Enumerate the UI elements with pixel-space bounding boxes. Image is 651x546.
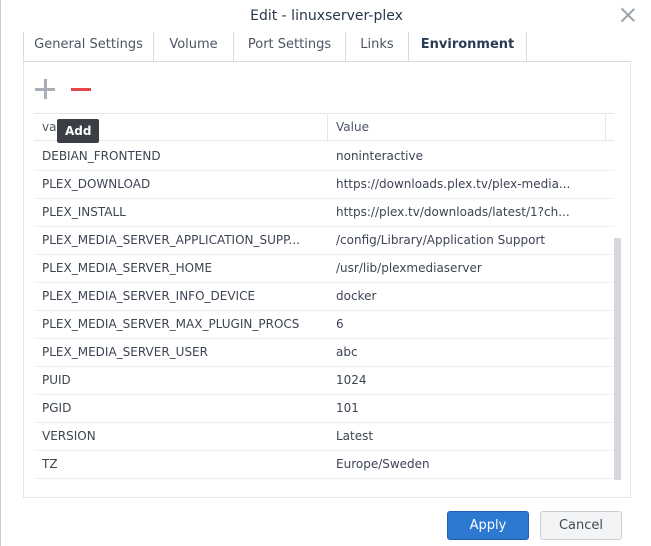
value-cell: 101 — [336, 401, 359, 415]
variable-cell: PLEX_MEDIA_SERVER_INFO_DEVICE — [42, 289, 256, 303]
value-cell: 1024 — [336, 373, 367, 387]
value-cell: Latest — [336, 429, 374, 443]
minus-icon[interactable] — [71, 79, 93, 101]
variable-cell: PLEX_MEDIA_SERVER_HOME — [42, 261, 213, 275]
column-header-value[interactable]: Value — [328, 114, 606, 141]
plus-icon[interactable] — [35, 79, 57, 101]
tab-links[interactable]: Links — [346, 32, 409, 61]
dialog-title: Edit - linuxserver-plex — [250, 8, 403, 24]
add-tooltip: Add — [57, 119, 100, 143]
tab-bar: General Settings Volume Port Settings Li… — [23, 32, 631, 62]
edit-dialog: Edit - linuxserver-plex General Settings… — [0, 0, 651, 546]
variable-cell: DEBIAN_FRONTEND — [42, 149, 161, 163]
tab-general-settings[interactable]: General Settings — [23, 32, 154, 61]
table-row[interactable]: PLEX_DOWNLOAD https://downloads.plex.tv/p… — [34, 171, 614, 199]
title-bar: Edit - linuxserver-plex — [1, 0, 651, 32]
table-row[interactable]: PLEX_MEDIA_SERVER_INFO_DEVICE docker — [34, 283, 614, 311]
table-row[interactable]: PLEX_MEDIA_SERVER_HOME/usr/lib/plexmedia… — [34, 255, 614, 283]
table-body: DEBIAN_FRONTEND noninteractive PLEX_DOWNL… — [34, 143, 614, 479]
variable-cell: PUID — [42, 373, 71, 387]
value-cell: docker — [336, 289, 377, 303]
table-row[interactable]: PGID 101 — [34, 395, 614, 423]
value-cell: noninteractive — [336, 149, 423, 163]
table-row[interactable]: PLEX_MEDIA_SERVER_USER abc — [34, 339, 614, 367]
value-cell: 6 — [336, 317, 344, 331]
table-row[interactable]: PUID 1024 — [34, 367, 614, 395]
table-row[interactable]: PLEX_MEDIA_SERVER_MAX_PLUGIN_PROCS 6 — [34, 311, 614, 339]
table-row[interactable]: DEBIAN_FRONTEND noninteractive — [34, 143, 614, 171]
table-row[interactable]: TZ Europe/Sweden — [34, 451, 614, 479]
variable-cell: PLEX_DOWNLOAD — [42, 177, 151, 191]
environment-table: variable Value DEBIAN_FRONTEND noninterac… — [23, 112, 631, 498]
variable-cell: TZ — [42, 457, 58, 471]
vertical-scrollbar[interactable] — [614, 238, 621, 480]
variable-cell: PLEX_MEDIA_SERVER_APPLICATION_SUPP... — [42, 233, 300, 247]
cancel-button[interactable]: Cancel — [540, 511, 622, 540]
value-cell: /config/Library/Application Support — [336, 233, 546, 247]
variable-cell: PLEX_MEDIA_SERVER_MAX_PLUGIN_PROCS — [42, 317, 300, 331]
close-icon[interactable] — [620, 7, 636, 23]
tab-environment[interactable]: Environment — [409, 32, 527, 61]
value-cell: https://plex.tv/downloads/latest/1?ch... — [336, 205, 570, 219]
apply-button[interactable]: Apply — [447, 511, 529, 540]
toolbar — [23, 62, 631, 112]
value-cell: /usr/lib/plexmediaserver — [336, 261, 482, 275]
tab-volume[interactable]: Volume — [154, 32, 234, 61]
value-cell: abc — [336, 345, 358, 359]
value-cell: https://downloads.plex.tv/plex-media... — [336, 177, 571, 191]
value-cell: Europe/Sweden — [336, 457, 430, 471]
variable-cell: VERSION — [42, 429, 96, 443]
tab-port-settings[interactable]: Port Settings — [234, 32, 346, 61]
table-row[interactable]: PLEX_INSTALL https://plex.tv/downloads/la… — [34, 199, 614, 227]
table-row[interactable]: VERSION Latest — [34, 423, 614, 451]
variable-cell: PLEX_INSTALL — [42, 205, 126, 219]
table-row[interactable]: PLEX_MEDIA_SERVER_APPLICATION_SUPP... /co… — [34, 227, 614, 255]
table-header: variable Value — [34, 113, 614, 141]
variable-cell: PLEX_MEDIA_SERVER_USER — [42, 345, 208, 359]
variable-cell: PGID — [42, 401, 72, 415]
dialog-footer: Apply Cancel — [1, 498, 651, 546]
